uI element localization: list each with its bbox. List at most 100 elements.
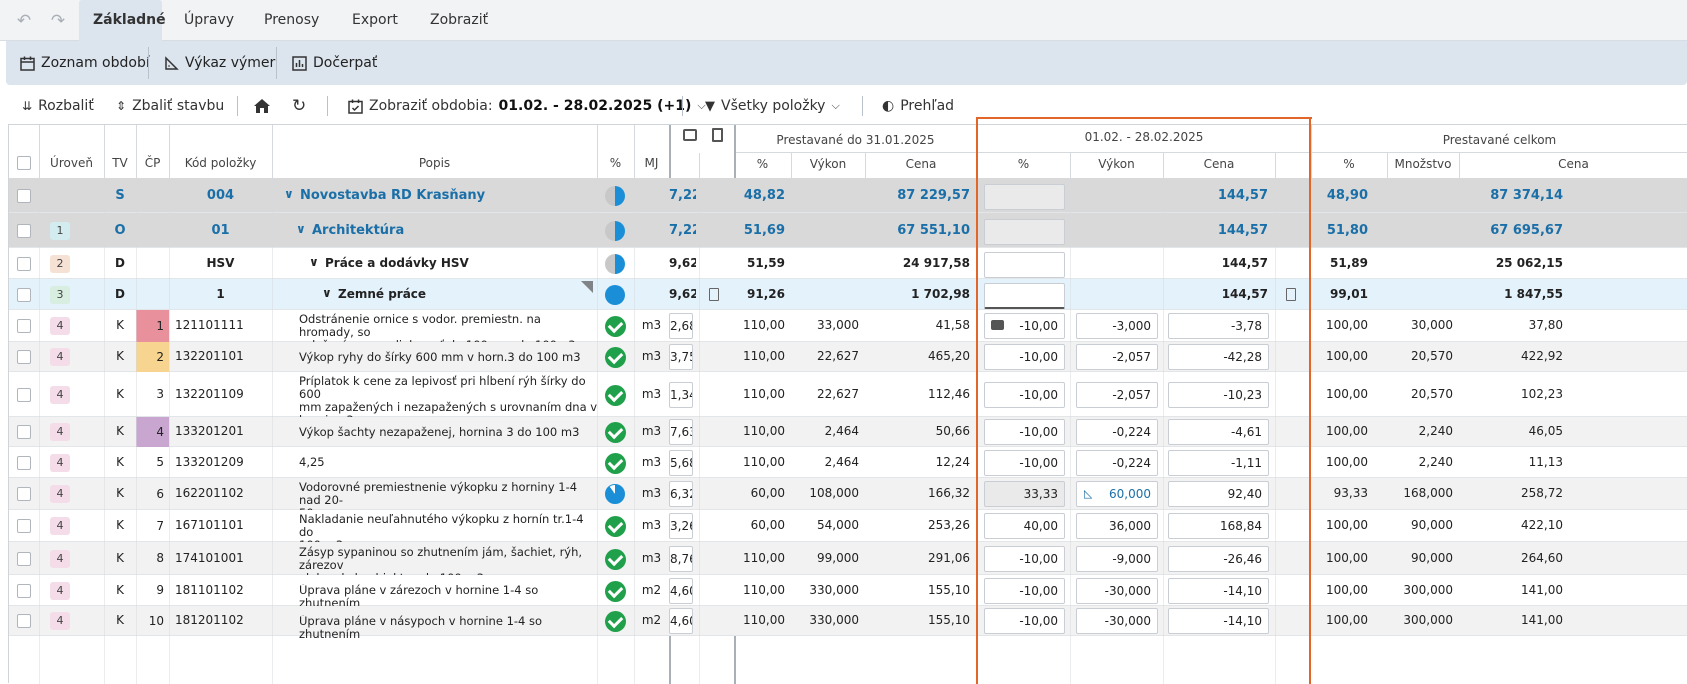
row-checkbox[interactable] — [17, 223, 31, 238]
row-checkbox[interactable] — [17, 319, 31, 333]
refresh-button[interactable]: ↻ — [292, 88, 306, 124]
periods-button[interactable]: Zoznam období — [20, 41, 150, 85]
period-pct-input[interactable]: -10,00 — [984, 577, 1065, 604]
column-subheader-output[interactable]: Výkon — [1070, 157, 1163, 171]
tab-export[interactable]: Export — [338, 0, 412, 41]
period-output-input[interactable]: -30,000 — [1076, 608, 1158, 634]
level-badge: 2 — [50, 254, 70, 273]
select-all-checkbox[interactable] — [17, 156, 31, 170]
row-checkbox[interactable] — [17, 519, 31, 533]
column-subheader-pct[interactable]: % — [977, 157, 1070, 171]
show-periods-dropdown[interactable]: Zobraziť obdobia: 01.02. - 28.02.2025 (+… — [348, 88, 706, 124]
period-output-input[interactable]: -2,057 — [1076, 381, 1158, 408]
chevron-down-icon[interactable]: ∨ — [322, 286, 332, 300]
period-output-input[interactable]: -9,000 — [1076, 545, 1158, 572]
row-checkbox[interactable] — [17, 425, 31, 439]
period-price-input[interactable]: 92,40 — [1168, 481, 1269, 507]
chevron-down-icon[interactable]: ∨ — [296, 222, 306, 236]
row-checkbox[interactable] — [17, 614, 31, 628]
period-output-input[interactable]: -30,000 — [1076, 577, 1158, 604]
period-pct-input[interactable] — [984, 218, 1065, 245]
period-output-input[interactable]: -2,057 — [1076, 344, 1158, 370]
redo-icon[interactable]: ↷ — [48, 12, 68, 30]
period-pct-input[interactable]: -10,00 — [984, 608, 1065, 634]
tab-upravy[interactable]: Úpravy — [170, 0, 248, 41]
collapse-button[interactable]: ⇕ Zbaliť stavbu — [116, 88, 224, 124]
period-pct-input[interactable]: 40,00 — [984, 513, 1065, 539]
period-pct-input[interactable]: -10,00 — [984, 381, 1065, 408]
document-icon[interactable] — [709, 287, 719, 301]
column-subheader-pct[interactable]: % — [1311, 157, 1387, 171]
column-divider — [1275, 178, 1276, 684]
undo-icon[interactable]: ↶ — [14, 12, 34, 30]
period-price-input[interactable]: -14,10 — [1168, 577, 1269, 604]
group-name[interactable]: Práce a dodávky HSV — [325, 256, 469, 270]
period-price-input[interactable]: -10,23 — [1168, 381, 1269, 408]
measurements-button[interactable]: Výkaz výmer — [164, 41, 275, 85]
group-name[interactable]: Zemné práce — [338, 287, 426, 301]
column-header-tv[interactable]: TV — [104, 156, 136, 170]
column-subheader-qty[interactable]: Množstvo — [1387, 157, 1459, 171]
period-output-input[interactable]: 36,000 — [1076, 513, 1158, 539]
expand-button[interactable]: ⇊ Rozbaliť — [22, 88, 94, 124]
row-type: K — [116, 518, 124, 532]
column-subheader-price[interactable]: Cena — [1459, 157, 1687, 171]
period-pct-input[interactable]: 33,33 — [984, 481, 1065, 507]
chevron-down-icon[interactable]: ∨ — [284, 187, 294, 201]
all-items-dropdown[interactable]: ▼ Všetky položky ⌵ — [705, 88, 840, 124]
document-icon[interactable] — [1286, 287, 1296, 301]
tab-zobrazit[interactable]: Zobraziť — [416, 0, 502, 41]
drawdown-button[interactable]: Dočerpať — [292, 41, 377, 85]
period-output-input[interactable]: -0,224 — [1076, 419, 1158, 445]
column-header-cp[interactable]: ČP — [136, 156, 169, 170]
period-pct-input[interactable]: -10,00 — [984, 419, 1065, 445]
period-pct-input[interactable] — [984, 282, 1065, 309]
chevron-down-icon[interactable]: ∨ — [309, 255, 319, 269]
comment-icon[interactable] — [991, 320, 1004, 330]
tab-zakladne[interactable]: Základné — [79, 0, 166, 41]
group-name[interactable]: Novostavba RD Krasňany — [300, 188, 485, 203]
row-order-number: 10 — [148, 614, 164, 628]
column-header-pct[interactable]: % — [597, 156, 634, 170]
period-pct-input[interactable]: -10,00 — [984, 344, 1065, 370]
row-checkbox[interactable] — [17, 256, 31, 271]
row-checkbox[interactable] — [17, 287, 31, 302]
period-price-input[interactable]: -14,10 — [1168, 608, 1269, 634]
column-header-level[interactable]: Úroveň — [39, 156, 104, 170]
period-price-input[interactable]: 168,84 — [1168, 513, 1269, 539]
row-checkbox[interactable] — [17, 487, 31, 501]
period-pct-input[interactable]: -10,00 — [984, 545, 1065, 572]
row-checkbox[interactable] — [17, 350, 31, 364]
built-to-price: 41,58 — [935, 318, 970, 332]
row-checkbox[interactable] — [17, 387, 31, 402]
period-price-input[interactable]: -42,28 — [1168, 344, 1269, 370]
period-price-input[interactable]: -1,11 — [1168, 449, 1269, 476]
period-pct-input[interactable]: -10,00 — [984, 449, 1065, 476]
group-name[interactable]: Architektúra — [312, 223, 404, 238]
column-subheader-price[interactable]: Cena — [865, 157, 977, 171]
period-price-input[interactable]: -4,61 — [1168, 419, 1269, 445]
image-icon[interactable] — [683, 129, 697, 141]
period-price-input[interactable]: -3,78 — [1168, 313, 1269, 339]
column-subheader-output[interactable]: Výkon — [791, 157, 865, 171]
period-output-input[interactable]: -0,224 — [1076, 449, 1158, 476]
complete-check-icon — [605, 516, 626, 537]
row-checkbox[interactable] — [17, 583, 31, 598]
column-subheader-price[interactable]: Cena — [1163, 157, 1275, 171]
document-icon[interactable] — [712, 128, 723, 142]
column-header-desc[interactable]: Popis — [272, 156, 597, 170]
row-checkbox[interactable] — [17, 551, 31, 566]
period-pct-input[interactable] — [984, 251, 1065, 278]
period-output-input[interactable]: -3,000 — [1076, 313, 1158, 339]
column-divider — [272, 125, 273, 178]
column-header-mj[interactable]: MJ — [634, 156, 669, 170]
tab-prenosy[interactable]: Prenosy — [250, 0, 333, 41]
column-header-code[interactable]: Kód položky — [169, 156, 272, 170]
period-pct-input[interactable] — [984, 183, 1065, 210]
row-checkbox[interactable] — [17, 188, 31, 203]
overview-button[interactable]: ◐ Prehľad — [882, 88, 954, 124]
column-subheader-pct[interactable]: % — [734, 157, 791, 171]
row-checkbox[interactable] — [17, 455, 31, 470]
home-button[interactable] — [253, 88, 271, 124]
period-price-input[interactable]: -26,46 — [1168, 545, 1269, 572]
